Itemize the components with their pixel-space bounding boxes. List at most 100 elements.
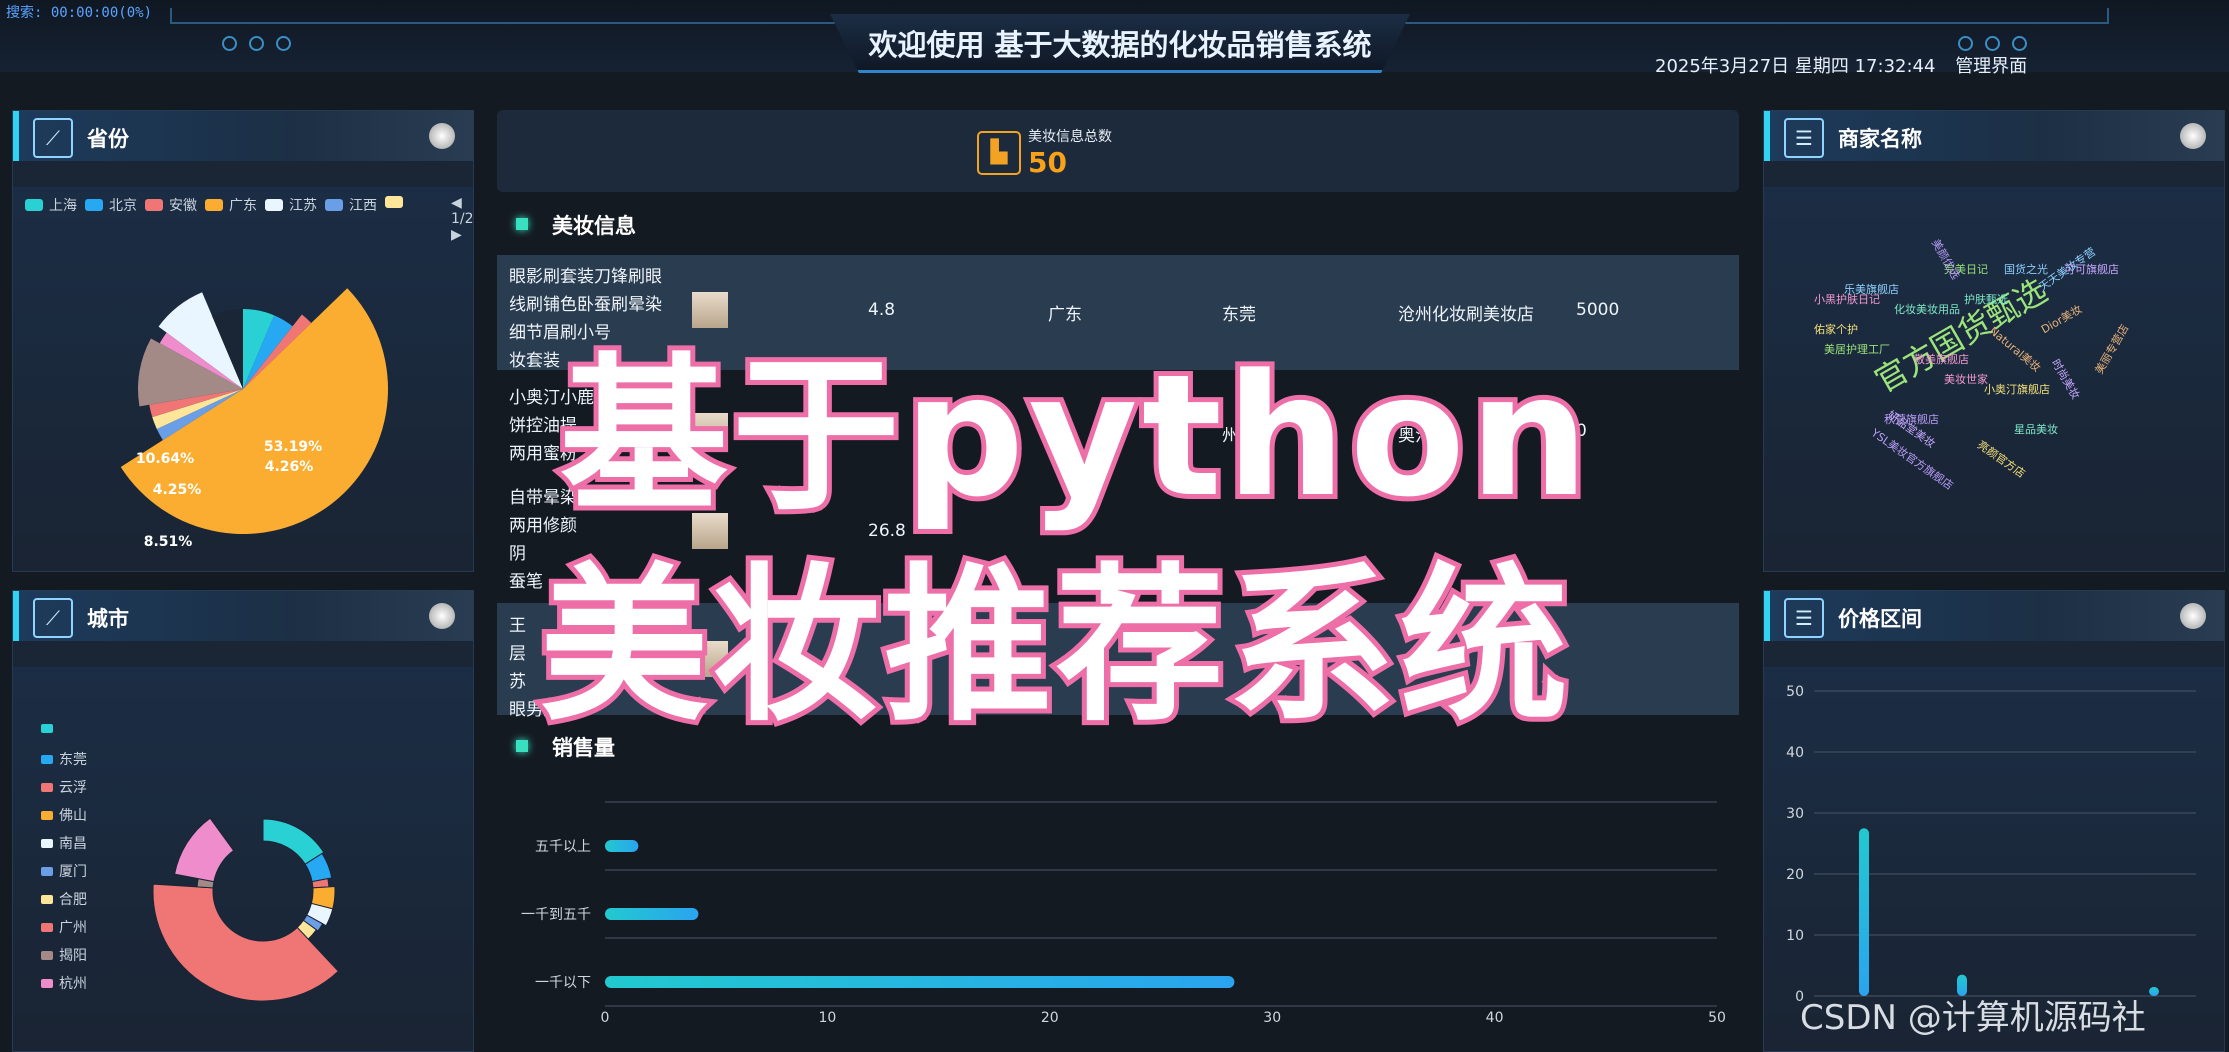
x-tick-label: 10 <box>818 1010 836 1026</box>
legend-item[interactable]: 江苏 <box>265 195 317 215</box>
bar[interactable] <box>605 976 1235 988</box>
legend-label: 佛山 <box>59 808 87 824</box>
donut-segment[interactable] <box>262 818 325 865</box>
x-tick-label: 40 <box>1486 1010 1504 1026</box>
legend-item[interactable]: 厦门 <box>41 861 87 881</box>
city-panel-title: 城市 <box>87 607 129 631</box>
legend-label: 杭州 <box>59 976 87 992</box>
legend-item[interactable]: 佛山 <box>41 805 87 825</box>
section-marker <box>516 740 528 752</box>
x-tick-label: 20 <box>1041 1010 1059 1026</box>
product-name-line: 蚕笔 <box>509 572 543 592</box>
wordcloud-word[interactable]: 美居护理工厂 <box>1824 341 1890 357</box>
legend-label: 广州 <box>59 920 87 936</box>
legend-label: 安徽 <box>169 198 197 214</box>
wordcloud-word[interactable]: 佑家个护 <box>1814 321 1858 337</box>
donut-segment[interactable] <box>174 817 235 883</box>
wordcloud-word[interactable]: 护肤甄选 <box>1964 291 2008 307</box>
kpi-value: 50 <box>1028 146 1067 179</box>
y-tick-label: 10 <box>1786 928 1804 944</box>
pie-data-label: 4.26% <box>265 459 314 475</box>
wordcloud-word[interactable]: 小奥汀旗舰店 <box>1984 381 2050 397</box>
legend-label: 上海 <box>49 198 77 214</box>
settings-icon[interactable] <box>2180 603 2206 629</box>
settings-icon[interactable] <box>429 123 455 149</box>
bar[interactable] <box>2149 986 2159 996</box>
wordcloud-word[interactable]: 时尚美妆 <box>2048 356 2084 402</box>
legend-swatch <box>41 979 53 988</box>
wordcloud-word[interactable]: 国货之光 <box>2004 261 2048 277</box>
legend-swatch <box>41 755 53 764</box>
wordcloud-word[interactable]: 可可旗舰店 <box>2064 261 2119 277</box>
wordcloud-word[interactable]: 美丽专营店 <box>2091 321 2132 377</box>
wordcloud-word[interactable]: 敬美旗舰店 <box>1914 351 1969 367</box>
legend-item[interactable]: 江西 <box>325 195 377 215</box>
legend-swatch <box>265 199 283 211</box>
x-tick-label: 0 <box>601 1010 610 1026</box>
price-panel: ☰ 价格区间 0 10 20 30 40 50 <box>1763 590 2225 1052</box>
y-tick-label: 一千以下 <box>535 975 591 991</box>
bar[interactable] <box>605 908 699 920</box>
legend-item[interactable]: 北京 <box>85 195 137 215</box>
legend-label: 东莞 <box>59 752 87 768</box>
y-tick-label: 20 <box>1786 867 1804 883</box>
price-panel-header: ☰ 价格区间 <box>1764 591 2224 641</box>
province-panel-header: ⟋ 省份 <box>13 111 473 161</box>
legend-item[interactable]: 广州 <box>41 917 87 937</box>
legend-swatch <box>41 839 53 848</box>
pie-data-label: 53.19% <box>264 439 322 455</box>
legend-label: 广东 <box>229 198 257 214</box>
province-pie-chart: 53.19% 10.64% 4.26% 4.25% 8.51% <box>120 288 389 550</box>
sales-bar-chart: 五千以上一千到五千一千以下 0 10 20 30 40 50 <box>521 801 1726 1026</box>
legend-label: 江西 <box>349 198 377 214</box>
legend-label: 南昌 <box>59 836 87 852</box>
legend-item[interactable]: 合肥 <box>41 889 87 909</box>
bar[interactable] <box>1859 828 1869 996</box>
province-panel-title: 省份 <box>87 127 129 151</box>
settings-icon[interactable] <box>429 603 455 629</box>
legend-item[interactable]: 南昌 <box>41 833 87 853</box>
legend-swatch <box>41 895 53 904</box>
pie-data-label: 8.51% <box>144 534 193 550</box>
overlay-title-line1: 基于python <box>555 333 1594 539</box>
header-decor-dots <box>222 36 303 55</box>
legend-label: 厦门 <box>59 864 87 880</box>
watermark: CSDN @计算机源码社 <box>1800 998 2146 1038</box>
legend-item[interactable]: 安徽 <box>145 195 197 215</box>
legend-swatch <box>325 199 343 211</box>
legend-item[interactable]: 东莞 <box>41 749 87 769</box>
legend-item[interactable] <box>41 721 59 737</box>
legend-item[interactable] <box>385 195 409 211</box>
city-panel-header: ⟋ 城市 <box>13 591 473 641</box>
donut-segment[interactable] <box>152 883 340 1002</box>
datetime-text: 2025年3月27日 星期四 17:32:44 <box>1655 56 1936 77</box>
wordcloud-word[interactable]: 亮颜官方店 <box>1974 437 2028 482</box>
legend-swatch <box>41 923 53 932</box>
overlay-title-line2: 美妆推荐系统 <box>535 543 1573 749</box>
legend-item[interactable]: 云浮 <box>41 777 87 797</box>
section-marker <box>516 218 528 230</box>
settings-icon[interactable] <box>2180 123 2206 149</box>
city-donut-chart <box>152 817 340 1002</box>
product-name-line: 阴 <box>509 544 526 564</box>
y-tick-label: 40 <box>1786 745 1804 761</box>
legend-swatch <box>41 724 53 733</box>
wordcloud-word[interactable]: 星品美妆 <box>2014 421 2058 437</box>
bar[interactable] <box>605 840 639 852</box>
legend-item[interactable]: 广东 <box>205 195 257 215</box>
shop-panel-header: ☰ 商家名称 <box>1764 111 2224 161</box>
wordcloud-word[interactable]: 乐美旗舰店 <box>1844 281 1899 297</box>
legend-label: 北京 <box>109 198 137 214</box>
legend-item[interactable]: 揭阳 <box>41 945 87 965</box>
legend-label: 江苏 <box>289 198 317 214</box>
wordcloud-word[interactable]: 美妆世家 <box>1944 371 1988 387</box>
chart-icon: ⟋ <box>33 598 73 638</box>
shop-panel-title: 商家名称 <box>1838 127 1922 151</box>
city-panel: ⟋ 城市 东莞云浮佛山南昌厦门合肥广州揭阳杭州 <box>12 590 474 1052</box>
x-tick-label: 50 <box>1708 1010 1726 1026</box>
legend-item[interactable]: 杭州 <box>41 973 87 993</box>
legend-item[interactable]: 上海 <box>25 195 77 215</box>
wordcloud-word[interactable]: 化妆美妆用品 <box>1894 301 1960 317</box>
wordcloud-word[interactable]: Natural美妆 <box>1986 323 2044 375</box>
admin-link[interactable]: 管理界面 <box>1955 56 2027 77</box>
